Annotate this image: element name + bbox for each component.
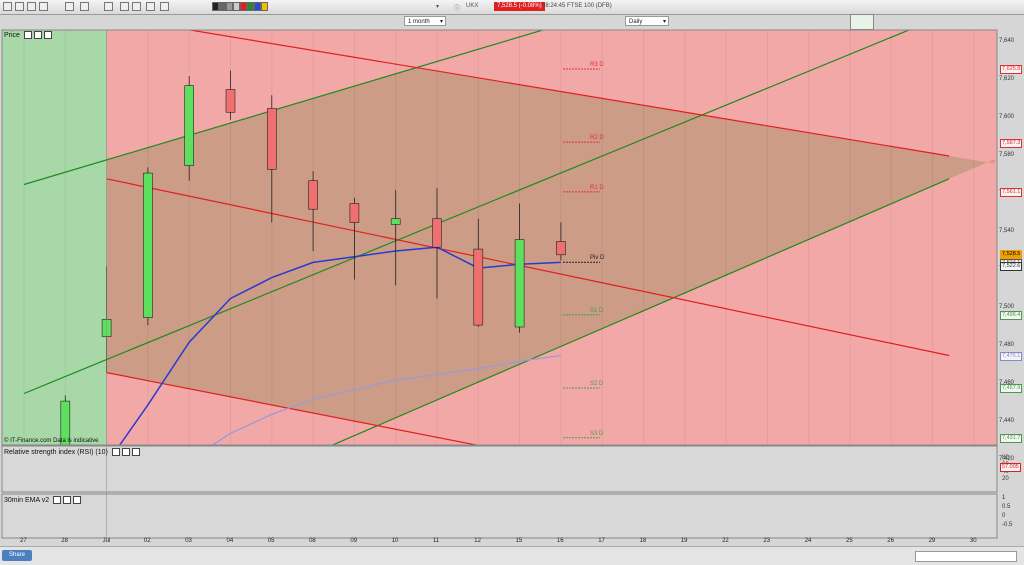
ema-tick-label: 0.5 [1002, 504, 1010, 510]
share-button[interactable]: Share [2, 550, 32, 561]
y-tick-label: 7,620 [999, 76, 1014, 82]
x-tick-label: 16 [557, 538, 564, 544]
close-icon[interactable] [44, 31, 52, 39]
x-tick-label: 11 [433, 538, 439, 544]
y-tick-label: 7,440 [999, 418, 1014, 424]
y-tick-label: 7,600 [999, 114, 1014, 120]
price-tag: 7,496.4 [1000, 311, 1022, 320]
x-tick-label: 25 [846, 538, 853, 544]
candle-body [350, 204, 359, 223]
x-tick-label: 27 [20, 538, 27, 544]
y-tick-label: 7,500 [999, 304, 1014, 310]
status-bar: Share [0, 546, 1024, 565]
ema-tick-label: 1 [1002, 495, 1005, 501]
rsi-value-tag: 57.005 [1000, 463, 1021, 472]
x-tick-label: 18 [640, 538, 647, 544]
ema-panel-frame [2, 494, 997, 538]
candle-body [433, 219, 442, 248]
x-tick-label: 02 [144, 538, 151, 544]
x-tick-label: 15 [516, 538, 523, 544]
maximize-icon[interactable] [34, 31, 42, 39]
price-tag: 7,561.1 [1000, 188, 1022, 197]
y-tick-label: 7,640 [999, 38, 1014, 44]
x-tick-label: 08 [309, 538, 316, 544]
x-tick-label: 09 [350, 538, 357, 544]
watermark: © IT-Finance.com Data is indicative [4, 438, 98, 444]
candle-body [226, 90, 235, 113]
price-tag: 7,625.8 [1000, 65, 1022, 74]
candle-body [185, 86, 194, 166]
candle-body [309, 181, 318, 210]
x-tick-label: 10 [392, 538, 399, 544]
price-tag: 7,431.7 [1000, 434, 1022, 443]
x-tick-label: 22 [722, 538, 729, 544]
pivot-label: R2 D [590, 135, 604, 141]
settings-icon[interactable] [112, 448, 120, 456]
y-tick-label: 7,480 [999, 342, 1014, 348]
horizontal-scrollbar[interactable] [915, 551, 1017, 562]
x-tick-label: 23 [763, 538, 770, 544]
candle-body [391, 219, 400, 225]
x-tick-label: 05 [268, 538, 275, 544]
pivot-label: S2 D [590, 381, 603, 387]
rsi-panel-frame [2, 446, 997, 492]
pivot-label: S1 D [590, 308, 603, 314]
settings-icon[interactable] [53, 496, 61, 504]
pivot-label: R3 D [590, 62, 604, 68]
x-tick-label: 26 [887, 538, 894, 544]
x-tick-label: 28 [61, 538, 68, 544]
candle-body [143, 173, 152, 317]
close-icon[interactable] [73, 496, 81, 504]
x-tick-label: 24 [805, 538, 812, 544]
rsi-tick-label: 20 [1002, 476, 1009, 482]
price-tag: 7,457.9 [1000, 384, 1022, 393]
rsi-tick-label: 80 [1002, 455, 1009, 461]
x-tick-label: 12 [474, 538, 481, 544]
candle-body [474, 249, 483, 325]
maximize-icon[interactable] [122, 448, 130, 456]
pivot-label: S3 D [590, 431, 603, 437]
y-tick-label: 7,580 [999, 152, 1014, 158]
price-panel-header: Price [4, 31, 52, 39]
price-chart [0, 0, 1024, 564]
maximize-icon[interactable] [63, 496, 71, 504]
ema-tick-label: 0 [1002, 513, 1005, 519]
y-tick-label: 7,540 [999, 228, 1014, 234]
x-tick-label: 29 [929, 538, 936, 544]
x-tick-label: Jul [103, 538, 111, 544]
ema-tick-label: -0.5 [1002, 522, 1012, 528]
close-icon[interactable] [132, 448, 140, 456]
settings-icon[interactable] [24, 31, 32, 39]
candle-body [556, 242, 565, 255]
x-tick-label: 04 [227, 538, 234, 544]
x-tick-label: 19 [681, 538, 688, 544]
rsi-panel-header: Relative strength index (RSI) (10) [4, 448, 140, 456]
x-tick-label: 17 [598, 538, 605, 544]
candle-body [267, 109, 276, 170]
price-tag: 7,475.1 [1000, 352, 1022, 361]
price-tag: 7,587.3 [1000, 139, 1022, 148]
ema-panel-header: 30min EMA v2 [4, 496, 81, 504]
x-tick-label: 30 [970, 538, 977, 544]
x-tick-label: 03 [185, 538, 192, 544]
candle-body [515, 240, 524, 327]
pivot-label: R1 D [590, 185, 604, 191]
pivot-label: Piv D [590, 255, 604, 261]
price-tag: 7,522.6 [1000, 262, 1022, 271]
